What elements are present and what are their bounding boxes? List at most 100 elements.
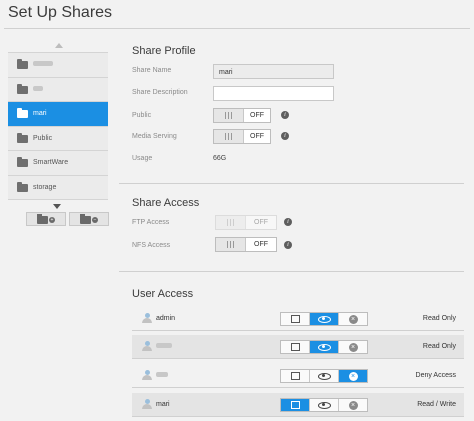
permission-label: Read Only	[422, 315, 456, 322]
user-row: × Deny Access	[132, 364, 464, 388]
user-icon	[142, 313, 152, 323]
share-item[interactable]	[8, 53, 108, 78]
folder-icon	[37, 214, 48, 224]
section-divider	[119, 183, 464, 184]
folder-icon	[17, 83, 28, 94]
share-item[interactable]	[8, 77, 108, 102]
edit-icon	[290, 343, 300, 351]
share-list: mari Public SmartWare storage	[8, 37, 108, 214]
scroll-up-button[interactable]	[8, 37, 108, 52]
usage-value: 66G	[213, 155, 227, 162]
share-item[interactable]: mari	[8, 102, 108, 127]
edit-icon	[290, 315, 300, 323]
toggle-state: OFF	[254, 219, 268, 226]
share-item-label: Public	[33, 134, 53, 142]
public-toggle[interactable]: OFF	[213, 108, 271, 123]
share-profile-heading: Share Profile	[132, 45, 196, 57]
permission-label: Read Only	[422, 343, 456, 350]
share-name-label: Share Name	[132, 67, 172, 74]
user-icon	[142, 341, 152, 351]
share-description-input[interactable]	[213, 86, 334, 101]
read-only-button[interactable]	[310, 313, 339, 325]
share-item-label	[33, 61, 53, 68]
folder-icon	[80, 214, 91, 224]
share-item-label: storage	[33, 183, 57, 191]
share-item-label: SmartWare	[33, 159, 69, 166]
media-serving-label: Media Serving	[132, 133, 177, 140]
share-items: mari Public SmartWare storage	[8, 52, 108, 200]
user-name: admin	[156, 315, 176, 322]
folder-icon	[17, 132, 28, 143]
share-item-label	[33, 85, 43, 93]
x-circle-icon: ×	[348, 400, 358, 410]
usage-label: Usage	[132, 155, 153, 162]
delete-share-button[interactable]: −	[69, 212, 109, 226]
toggle-grip	[214, 130, 244, 143]
share-access-heading: Share Access	[132, 197, 200, 209]
info-icon[interactable]: i	[284, 218, 292, 226]
access-level-selector: ×	[280, 312, 368, 326]
eye-icon	[317, 372, 331, 380]
share-item[interactable]: Public	[8, 126, 108, 151]
chevron-up-icon	[55, 43, 63, 48]
plus-icon: +	[49, 217, 55, 223]
toggle-state: OFF	[250, 112, 264, 119]
eye-icon	[317, 343, 331, 351]
ftp-access-label: FTP Access	[132, 219, 170, 226]
user-row: mari × Read / Write	[132, 393, 464, 417]
permission-label: Read / Write	[417, 401, 456, 408]
edit-icon	[290, 401, 300, 409]
user-row: admin × Read Only	[132, 307, 464, 331]
user-row: × Read Only	[132, 335, 464, 359]
share-description-label: Share Description	[132, 89, 188, 96]
read-write-button[interactable]	[281, 370, 310, 382]
deny-access-button[interactable]: ×	[339, 370, 367, 382]
nfs-access-toggle[interactable]: OFF	[215, 237, 277, 252]
share-item[interactable]: storage	[8, 175, 108, 200]
public-label: Public	[132, 112, 152, 119]
share-item[interactable]: SmartWare	[8, 151, 108, 176]
permission-label: Deny Access	[415, 372, 456, 379]
info-icon[interactable]: i	[281, 111, 289, 119]
edit-icon	[290, 372, 300, 380]
page-title: Set Up Shares	[8, 4, 113, 21]
read-only-button[interactable]	[310, 341, 339, 353]
folder-icon	[17, 181, 28, 192]
user-name: mari	[156, 401, 170, 408]
nfs-access-label: NFS Access	[132, 242, 171, 249]
read-write-button[interactable]	[281, 341, 310, 353]
info-icon[interactable]: i	[281, 132, 289, 140]
x-circle-icon: ×	[348, 342, 358, 352]
read-write-button[interactable]	[281, 313, 310, 325]
user-icon	[142, 370, 152, 380]
add-share-button[interactable]: +	[26, 212, 66, 226]
chevron-down-icon	[53, 204, 61, 209]
eye-icon	[317, 315, 331, 323]
access-level-selector: ×	[280, 398, 368, 412]
deny-access-button[interactable]: ×	[339, 313, 367, 325]
ftp-access-toggle[interactable]: OFF	[215, 215, 277, 230]
toggle-grip	[216, 216, 246, 229]
toggle-state: OFF	[254, 241, 268, 248]
user-name	[156, 343, 172, 350]
eye-icon	[317, 401, 331, 409]
media-serving-toggle[interactable]: OFF	[213, 129, 271, 144]
x-circle-icon: ×	[348, 371, 358, 381]
x-circle-icon: ×	[348, 314, 358, 324]
user-icon	[142, 399, 152, 409]
read-write-button[interactable]	[281, 399, 310, 411]
access-level-selector: ×	[280, 340, 368, 354]
deny-access-button[interactable]: ×	[339, 399, 367, 411]
info-icon[interactable]: i	[284, 241, 292, 249]
title-divider	[4, 28, 470, 29]
toggle-grip	[214, 109, 244, 122]
section-divider	[119, 271, 464, 272]
read-only-button[interactable]	[310, 370, 339, 382]
read-only-button[interactable]	[310, 399, 339, 411]
access-level-selector: ×	[280, 369, 368, 383]
minus-icon: −	[92, 217, 98, 223]
share-name-input[interactable]: mari	[213, 64, 334, 79]
deny-access-button[interactable]: ×	[339, 341, 367, 353]
folder-icon	[17, 59, 28, 69]
share-item-label: mari	[33, 110, 47, 117]
